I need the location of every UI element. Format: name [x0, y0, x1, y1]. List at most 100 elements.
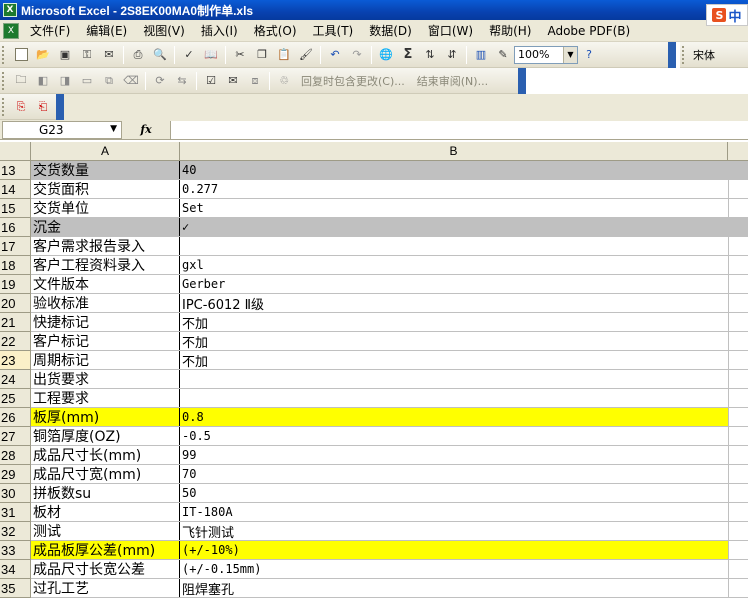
reply-changes-icon[interactable]: ♲: [275, 72, 293, 90]
cell-c[interactable]: [728, 199, 748, 217]
row-header[interactable]: 31: [0, 503, 31, 522]
workbook-icon[interactable]: X: [3, 22, 19, 39]
cell-b[interactable]: 不加: [180, 351, 728, 370]
row-header[interactable]: 29: [0, 465, 31, 484]
cell-c[interactable]: [728, 256, 748, 274]
cell-a[interactable]: 交货数量: [31, 161, 180, 179]
row-header[interactable]: 27: [0, 427, 31, 446]
row-header[interactable]: 34: [0, 560, 31, 579]
font-select[interactable]: 宋体: [690, 46, 746, 64]
chart-wizard-icon[interactable]: ▥: [472, 46, 490, 64]
cell-a[interactable]: 客户标记: [31, 332, 180, 350]
new-icon[interactable]: [12, 46, 30, 64]
cell-b[interactable]: 70: [180, 465, 728, 483]
menu-edit[interactable]: 编辑(E): [78, 22, 135, 39]
toolbar-options-button[interactable]: [668, 41, 676, 68]
cell-a[interactable]: 工程要求: [31, 389, 180, 407]
row-header[interactable]: 17: [0, 237, 31, 256]
drawing-icon[interactable]: ✎: [494, 46, 512, 64]
toolbar-options-button[interactable]: [518, 67, 526, 94]
menu-format[interactable]: 格式(O): [246, 22, 305, 39]
row-header[interactable]: 24: [0, 370, 31, 389]
cell-a[interactable]: 测试: [31, 522, 180, 540]
reply-with-changes-button[interactable]: 回复时包含更改(C)...: [301, 73, 405, 89]
cell-c[interactable]: [728, 465, 748, 483]
cell-c[interactable]: [728, 180, 748, 198]
toolbar-options-button[interactable]: [56, 93, 64, 120]
menu-file[interactable]: 文件(F): [22, 22, 78, 39]
cell-c[interactable]: [728, 579, 748, 597]
row-header[interactable]: 22: [0, 332, 31, 351]
end-review-button[interactable]: 结束审阅(N)...: [417, 73, 488, 89]
cell-b[interactable]: IT-180A: [180, 503, 728, 521]
save-icon[interactable]: ▣: [56, 46, 74, 64]
cell-c[interactable]: [728, 275, 748, 293]
create-task-icon[interactable]: ☑: [202, 72, 220, 90]
row-header[interactable]: 13: [0, 161, 31, 180]
research-icon[interactable]: 📖: [202, 46, 220, 64]
cell-b[interactable]: ✓: [180, 218, 728, 236]
new-comment-icon[interactable]: 🗀: [12, 72, 30, 90]
cell-a[interactable]: 周期标记: [31, 351, 180, 369]
cell-c[interactable]: [728, 294, 748, 312]
cell-b[interactable]: 0.8: [180, 408, 728, 426]
cell-c[interactable]: [728, 237, 748, 255]
cell-c[interactable]: [728, 218, 748, 236]
menu-window[interactable]: 窗口(W): [420, 22, 481, 39]
column-header-c[interactable]: [728, 142, 748, 160]
cell-c[interactable]: [728, 408, 748, 426]
cell-a[interactable]: 成品板厚公差(mm): [31, 541, 180, 559]
cell-a[interactable]: 交货面积: [31, 180, 180, 198]
cell-b[interactable]: 阻焊塞孔: [180, 579, 728, 598]
row-header[interactable]: 25: [0, 389, 31, 408]
show-all-comments-icon[interactable]: ⧉: [100, 72, 118, 90]
cell-a[interactable]: 出货要求: [31, 370, 180, 388]
column-header-b[interactable]: B: [180, 142, 728, 160]
row-header[interactable]: 19: [0, 275, 31, 294]
row-header[interactable]: 21: [0, 313, 31, 332]
row-header[interactable]: 18: [0, 256, 31, 275]
cell-b[interactable]: (+/-10%): [180, 541, 728, 559]
cell-a[interactable]: 沉金: [31, 218, 180, 236]
convert-and-email-pdf-icon[interactable]: ⎗: [34, 98, 52, 116]
undo-icon[interactable]: ↶: [326, 46, 344, 64]
menu-insert[interactable]: 插入(I): [193, 22, 246, 39]
update-file-icon[interactable]: ⇆: [173, 72, 191, 90]
open-icon[interactable]: 📂: [34, 46, 52, 64]
paste-icon[interactable]: 📋: [275, 46, 293, 64]
cell-b[interactable]: 飞针测试: [180, 522, 728, 541]
track-changes-icon[interactable]: ⟳: [151, 72, 169, 90]
cell-a[interactable]: 客户需求报告录入: [31, 237, 180, 255]
menu-adobe-pdf[interactable]: Adobe PDF(B): [539, 24, 638, 38]
row-header[interactable]: 14: [0, 180, 31, 199]
cell-a[interactable]: 成品尺寸长宽公差: [31, 560, 180, 578]
name-box[interactable]: G23 ▼: [2, 120, 122, 139]
cell-c[interactable]: [728, 351, 748, 369]
menu-tools[interactable]: 工具(T): [305, 22, 362, 39]
cell-b[interactable]: Set: [180, 199, 728, 217]
cell-c[interactable]: [728, 541, 748, 559]
cell-a[interactable]: 成品尺寸宽(mm): [31, 465, 180, 483]
spelling-icon[interactable]: ✓: [180, 46, 198, 64]
cell-b[interactable]: [180, 370, 728, 388]
cell-a[interactable]: 验收标准: [31, 294, 180, 312]
menu-data[interactable]: 数据(D): [361, 22, 420, 39]
previous-comment-icon[interactable]: ◧: [34, 72, 52, 90]
cell-b[interactable]: (+/-0.15mm): [180, 560, 728, 578]
help-icon[interactable]: ?: [580, 46, 598, 64]
email-icon[interactable]: ✉: [100, 46, 118, 64]
row-header[interactable]: 33: [0, 541, 31, 560]
insert-function-icon[interactable]: fx: [122, 123, 170, 136]
send-mail-icon[interactable]: ✉: [224, 72, 242, 90]
toolbar-grip[interactable]: [2, 45, 7, 64]
cell-a[interactable]: 文件版本: [31, 275, 180, 293]
cell-b[interactable]: 99: [180, 446, 728, 464]
cell-b[interactable]: -0.5: [180, 427, 728, 445]
chevron-down-icon[interactable]: ▼: [563, 46, 577, 63]
print-preview-icon[interactable]: 🔍: [151, 46, 169, 64]
cell-b[interactable]: IPC-6012 Ⅱ级: [180, 294, 728, 313]
cell-c[interactable]: [728, 389, 748, 407]
hyperlink-icon[interactable]: 🌐: [377, 46, 395, 64]
cell-a[interactable]: 板厚(mm): [31, 408, 180, 426]
cell-c[interactable]: [728, 446, 748, 464]
